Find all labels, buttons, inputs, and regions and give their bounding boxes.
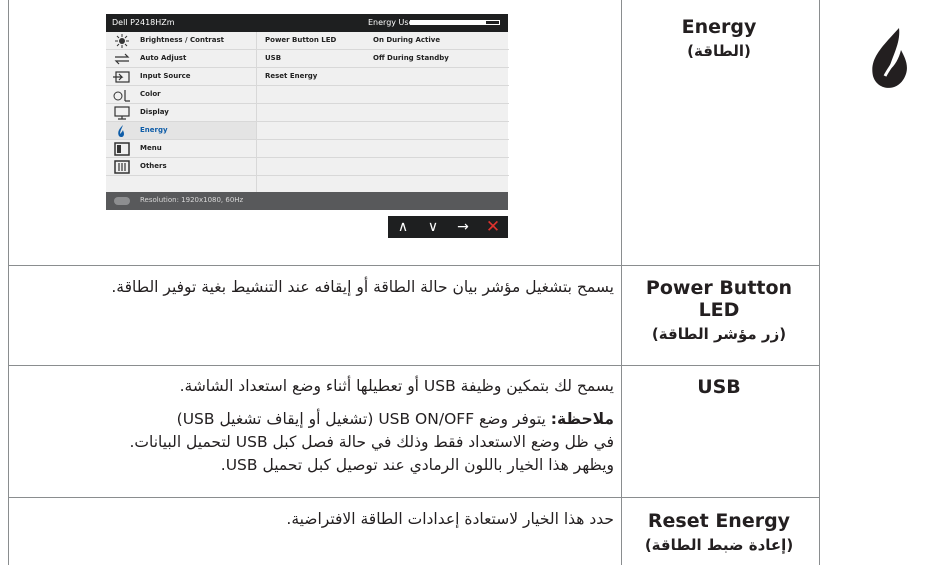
menu-item-energy[interactable]: Energy [106, 122, 256, 140]
reset-energy-label: Reset Energy (إعادة ضبط الطاقة) [644, 510, 794, 554]
setting-empty-row [257, 158, 509, 176]
osd-body: Brightness / Contrast Auto Adjust Input … [106, 32, 509, 192]
reset-energy-description: حدد هذا الخيار لاستعادة إعدادات الطاقة ا… [286, 510, 614, 528]
menu-item-menu[interactable]: Menu [106, 140, 256, 158]
setting-usb[interactable]: USB Off During Standby [257, 50, 509, 68]
energy-use-label: Energy Use [368, 18, 414, 27]
setting-power-button-led[interactable]: Power Button LED On During Active [257, 32, 509, 50]
menu-item-others[interactable]: Others [106, 158, 256, 176]
osd-settings-panel: Power Button LED On During Active USB Of… [256, 32, 509, 192]
usb-label: USB [697, 376, 741, 398]
row-divider [8, 265, 820, 266]
display-icon [114, 106, 130, 120]
menu-item-input-source[interactable]: Input Source [106, 68, 256, 86]
input-source-icon [113, 71, 130, 83]
row-divider [8, 497, 820, 498]
row-divider [8, 365, 820, 366]
setting-empty-row [257, 140, 509, 158]
energy-label: Energy (الطاقة) [681, 16, 757, 60]
table-border-left [8, 0, 9, 565]
osd-footer: Resolution: 1920x1080, 60Hz [106, 192, 508, 210]
usb-note: ملاحظة: يتوفر وضع USB ON/OFF (تشغيل أو إ… [16, 408, 614, 431]
usb-description: يسمح لك بتمكين وظيفة USB أو تعطيلها أثنا… [179, 377, 614, 395]
osd-header: Dell P2418HZm Energy Use [106, 14, 508, 32]
menu-item-brightness[interactable]: Brightness / Contrast [106, 32, 256, 50]
note-line: يتوفر وضع USB ON/OFF (تشغيل أو إيقاف تشغ… [176, 410, 546, 428]
model-name: Dell P2418HZm [112, 18, 175, 27]
table-border-right [819, 0, 820, 565]
energy-leaf-icon [855, 22, 925, 92]
auto-adjust-icon [114, 53, 130, 65]
resolution-text: Resolution: 1920x1080, 60Hz [140, 196, 244, 204]
table-border-mid [621, 0, 622, 565]
usb-note-line-3: ويظهر هذا الخيار باللون الرمادي عند توصي… [220, 456, 614, 474]
energy-icon [118, 125, 124, 138]
power-button-led-description: يسمح بتشغيل مؤشر بيان حالة الطاقة أو إيق… [111, 278, 614, 296]
resolution-icon [114, 197, 130, 205]
others-icon [114, 160, 130, 174]
usb-note-line-2: في ظل وضع الاستعداد فقط وذلك في حالة فصل… [129, 433, 614, 451]
menu-item-color[interactable]: Color [106, 86, 256, 104]
down-button[interactable]: ∨ [418, 216, 448, 238]
setting-empty-row [257, 86, 509, 104]
osd-navigation-buttons: ∧ ∨ → ✕ [388, 216, 508, 238]
note-label: ملاحظة: [550, 410, 614, 428]
power-button-led-label: Power Button LED (زر مؤشر الطاقة) [645, 277, 793, 343]
menu-icon [114, 142, 130, 156]
setting-empty-row [257, 122, 509, 140]
color-icon [113, 90, 130, 102]
setting-reset-energy[interactable]: Reset Energy [257, 68, 509, 86]
energy-use-bar-fill [411, 21, 486, 24]
exit-button[interactable]: ✕ [478, 216, 508, 238]
enter-button[interactable]: → [448, 216, 478, 238]
menu-item-display[interactable]: Display [106, 104, 256, 122]
brightness-icon [115, 34, 129, 48]
up-button[interactable]: ∧ [388, 216, 418, 238]
menu-item-auto-adjust[interactable]: Auto Adjust [106, 50, 256, 68]
osd-panel: Dell P2418HZm Energy Use Brightness / Co… [106, 14, 509, 210]
setting-empty-row [257, 104, 509, 122]
energy-use-bar [410, 20, 500, 25]
